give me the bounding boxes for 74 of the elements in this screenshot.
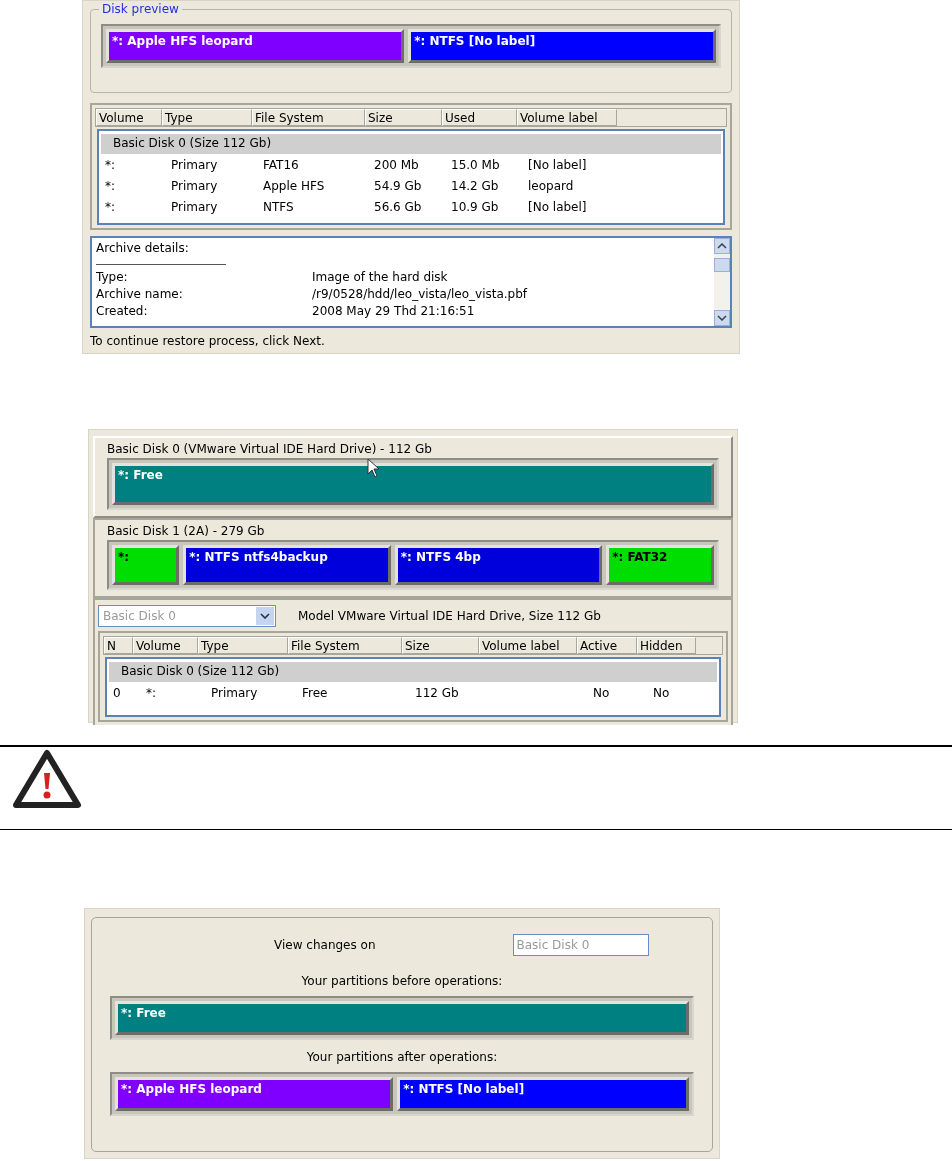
hint-text: To continue restore process, click Next. bbox=[90, 334, 326, 348]
table-cell-text: *: bbox=[104, 157, 117, 172]
partition-block[interactable]: *: NTFS [No label] bbox=[408, 29, 716, 63]
partition-block[interactable]: *: NTFS 4bp bbox=[394, 545, 603, 585]
table-cell-text: [No label] bbox=[527, 157, 588, 172]
column-header[interactable]: Volume label bbox=[517, 109, 617, 126]
disk-group-row[interactable]: Basic Disk 0 (Size 112 Gb) bbox=[101, 134, 721, 154]
detail-value: /r9/0528/hdd/leo_vista/leo_vista.pbf bbox=[312, 286, 528, 303]
partition-block[interactable]: *: Apple HFS leopard bbox=[115, 1077, 394, 1111]
details-heading: Archive details: bbox=[96, 240, 190, 257]
detail-label: Type: bbox=[96, 269, 129, 286]
table-cell-text: Primary bbox=[170, 199, 219, 214]
column-header[interactable]: Type bbox=[198, 637, 288, 654]
disk-group-row[interactable]: Basic Disk 0 (Size 112 Gb) bbox=[109, 662, 717, 682]
table-cell-text: No bbox=[592, 685, 611, 700]
table-cell-text: 10.9 Gb bbox=[450, 199, 500, 214]
detail-label: Created: bbox=[96, 303, 149, 320]
column-header[interactable]: Active bbox=[577, 637, 637, 654]
scroll-thumb[interactable] bbox=[714, 258, 730, 272]
partition-block[interactable]: *: Free bbox=[112, 463, 714, 505]
table-cell-text: No bbox=[652, 685, 671, 700]
column-header[interactable]: Hidden bbox=[637, 637, 696, 654]
table-cell-text: *: bbox=[145, 685, 158, 700]
partition-block[interactable]: *: NTFS [No label] bbox=[397, 1077, 689, 1111]
column-header[interactable]: Size bbox=[365, 109, 442, 126]
scrollbar[interactable] bbox=[714, 238, 730, 326]
column-header[interactable]: File System bbox=[288, 637, 402, 654]
column-header[interactable]: File System bbox=[252, 109, 365, 126]
model-info: Model VMware Virtual IDE Hard Drive, Size 112 Gb bbox=[298, 609, 601, 623]
detail-label: Archive name: bbox=[96, 286, 184, 303]
table-cell-text: 14.2 Gb bbox=[450, 178, 500, 193]
scroll-up-icon[interactable] bbox=[714, 238, 730, 254]
warning-icon bbox=[12, 749, 82, 809]
section-caption: Your partitions after operations: bbox=[306, 1050, 498, 1064]
detail-value: 2008 May 29 Thd 21:16:51 bbox=[312, 303, 475, 320]
table-cell-text: 0 bbox=[112, 685, 122, 700]
column-header[interactable]: Type bbox=[162, 109, 252, 126]
table-cell-text: 54.9 Gb bbox=[373, 178, 423, 193]
table-cell-text: FAT16 bbox=[262, 157, 300, 172]
table-cell-text: *: bbox=[104, 199, 117, 214]
table-cell-text: 15.0 Mb bbox=[450, 157, 501, 172]
partition-block[interactable]: *: FAT32 bbox=[606, 545, 714, 585]
table-cell-text: 112 Gb bbox=[414, 685, 460, 700]
table-cell-text: 56.6 Gb bbox=[373, 199, 423, 214]
partition-block[interactable]: *: NTFS ntfs4backup bbox=[183, 545, 391, 585]
field-label: View changes on bbox=[273, 938, 376, 952]
disk-title: Basic Disk 1 (2A) - 279 Gb bbox=[107, 524, 266, 538]
partition-block[interactable]: *: bbox=[112, 545, 180, 585]
table-cell-text: leopard bbox=[527, 178, 575, 193]
disk-panel[interactable]: Basic Disk 1 (2A) - 279 Gb *: *: NTFS ntfs4backup *: NTFS 4bp *: FAT32 bbox=[93, 518, 733, 598]
scroll-down-icon[interactable] bbox=[714, 310, 730, 326]
partition-block[interactable]: *: Free bbox=[115, 1001, 689, 1035]
partition-block[interactable]: *: Apple HFS leopard bbox=[106, 29, 405, 63]
table-cell-text: Primary bbox=[170, 178, 219, 193]
table-cell-text: [No label] bbox=[527, 199, 588, 214]
mouse-cursor-icon bbox=[367, 458, 381, 478]
disk-title: Basic Disk 0 (VMware Virtual IDE Hard Drive) - 112 Gb bbox=[107, 442, 433, 456]
section-caption: Your partitions before operations: bbox=[301, 974, 503, 988]
column-header[interactable]: Size bbox=[402, 637, 479, 654]
table-cell-text: Primary bbox=[170, 157, 219, 172]
column-header[interactable]: N bbox=[104, 637, 133, 654]
table-cell-text: Primary bbox=[210, 685, 259, 700]
table-cell-text: Free bbox=[301, 685, 329, 700]
detail-value: Image of the hard disk bbox=[312, 269, 448, 286]
group-legend: Disk preview bbox=[99, 2, 182, 16]
table-cell-text: 200 Mb bbox=[373, 157, 420, 172]
disk-panel[interactable]: Basic Disk 0 (VMware Virtual IDE Hard Drive) - 112 Gb *: Free bbox=[93, 436, 733, 518]
table-cell-text: NTFS bbox=[262, 199, 295, 214]
column-header[interactable]: Volume label bbox=[479, 637, 577, 654]
column-header[interactable]: Volume bbox=[96, 109, 162, 126]
table-cell-text: *: bbox=[104, 178, 117, 193]
table-cell-text: Apple HFS bbox=[262, 178, 326, 193]
column-header[interactable]: Used bbox=[442, 109, 517, 126]
column-header[interactable]: Volume bbox=[133, 637, 198, 654]
